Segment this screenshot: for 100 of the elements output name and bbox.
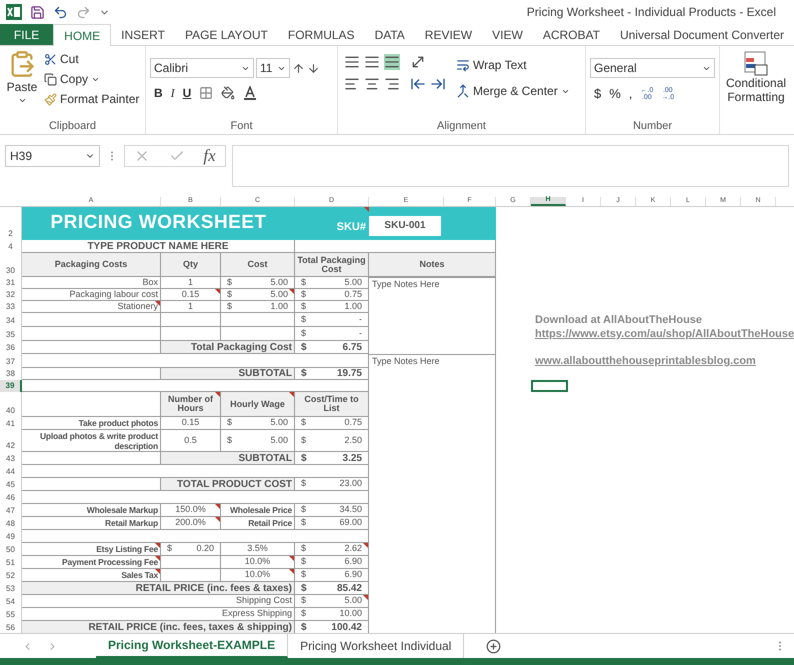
amount: 1.00 [270,301,288,312]
currency-sign: $ [167,543,172,555]
ribbon-tab[interactable]: DATA [364,24,415,45]
shrink-font-icon[interactable] [307,62,320,74]
note-text: Type Notes Here [372,355,440,368]
column-heading: Notes [418,260,446,269]
decrease-indent-icon[interactable] [410,76,426,92]
amount: 5.00 [344,277,362,288]
table-cell: 0.15 [182,289,200,300]
orientation-icon[interactable] [410,54,426,70]
number-format-button[interactable]: $ [594,84,602,104]
currency-sign: $ [301,478,306,490]
italic-button[interactable]: I [170,84,175,102]
merge-center-button[interactable]: Merge & Center [456,82,570,100]
currency-sign: $ [301,417,306,429]
group-label: Clipboard [48,119,96,134]
currency-sign: $ [301,327,306,340]
number-format-button[interactable]: % [609,84,621,104]
currency-sign: $ [301,504,306,516]
row-label: Payment Processing Fee [62,557,158,567]
group-label: Font [230,119,252,134]
ribbon-tab[interactable]: HOME [53,24,112,46]
font-color-icon[interactable] [243,86,258,100]
table-cell: 10.0% [244,556,270,568]
row-label: Stationery [117,301,158,312]
align-middle-icon[interactable] [364,54,380,70]
currency-sign: $ [301,434,306,447]
font-size-field[interactable]: 11 [256,58,290,78]
cut-button[interactable]: Cut [44,50,140,68]
underline-button[interactable]: U [182,84,192,102]
total-label: RETAIL PRICE (inc. fees, taxes & shipping) [88,621,292,633]
ribbon-tab[interactable]: INSERT [111,24,175,45]
currency-sign: $ [301,368,307,379]
total-label: RETAIL PRICE (inc. fees & taxes) [136,582,292,594]
table-cell: 150.0% [175,504,206,516]
wrap-text-button[interactable]: Wrap Text [456,56,570,74]
amount: 5.00 [270,417,288,429]
bold-button[interactable]: B [154,84,163,102]
note-text: Type Notes Here [372,278,440,289]
align-top-icon[interactable] [344,54,360,70]
table-cell: 10.0% [244,569,270,581]
amount: 1.00 [344,301,362,312]
formula-field[interactable] [232,145,789,187]
amount: 2.62 [344,543,362,555]
save-icon[interactable] [30,4,45,20]
row-label: Wholesale Price [230,505,292,515]
table-cell: 1 [188,301,193,312]
window-title: Pricing Worksheet - Individual Products - Excel [526,4,776,21]
currency-sign: $ [301,313,306,326]
align-left-icon[interactable] [344,76,360,92]
amount: 3.25 [342,452,362,464]
sheet-tab[interactable]: Pricing Worksheet-EXAMPLE [96,634,288,658]
row-number[interactable]: 39 [0,380,22,392]
ribbon-tab[interactable]: REVIEW [414,24,482,45]
currency-sign: $ [301,301,306,312]
amount: 5.00 [270,277,288,288]
insert-function-button[interactable]: fx [203,143,216,169]
table-cell: 200.0% [175,517,206,529]
increase-indent-icon[interactable] [430,76,446,92]
copy-button[interactable]: Copy [44,70,140,88]
paste-button[interactable]: Paste [4,50,40,118]
currency-sign: $ [301,621,307,633]
amount: 6.90 [344,556,362,568]
font-name-field[interactable]: Calibri [150,58,254,78]
currency-sign: $ [301,582,307,594]
ribbon-tab[interactable]: PAGE LAYOUT [174,24,278,45]
download-text: Download at AllAboutTheHouse [535,312,702,328]
number-format-button[interactable]: , [628,84,632,104]
amount: 100.42 [331,621,362,633]
column-heading: Number of Hours [167,395,214,413]
ribbon-tab[interactable]: Universal Document Converter [610,24,794,45]
borders-icon[interactable] [199,86,214,100]
currency-sign: $ [227,277,232,288]
add-sheet-icon[interactable] [486,638,502,654]
conditional-formatting-button[interactable]: Conditional Formatting [720,46,792,116]
total-label: TOTAL PRODUCT COST [177,478,292,490]
amount: 0.20 [196,543,214,555]
grow-font-icon[interactable] [292,62,305,74]
amount: 19.75 [336,368,362,379]
undo-icon[interactable] [53,4,68,20]
active-cell[interactable] [531,380,568,392]
align-center-icon[interactable] [364,76,380,92]
file-tab[interactable]: FILE [0,24,54,45]
number-format-field[interactable]: General [590,58,715,78]
ribbon-tab[interactable]: FORMULAS [278,24,365,45]
row-label: Shipping Cost [236,595,292,607]
total-label: Total Packaging Cost [191,341,292,353]
name-box[interactable]: H39 [5,145,100,167]
format-painter-button[interactable]: Format Painter [44,90,140,108]
fill-color-icon[interactable] [221,86,236,100]
align-bottom-icon[interactable] [384,54,400,70]
align-right-icon[interactable] [384,76,400,92]
sku-field[interactable]: SKU-001 [369,216,441,236]
ribbon-tab[interactable]: VIEW [482,24,533,45]
currency-sign: $ [227,301,232,312]
amount: 6.90 [344,569,362,581]
table-cell-text: 0.5 [184,434,197,447]
ribbon-tab[interactable]: ACROBAT [532,24,610,45]
currency-sign: $ [301,517,306,529]
amount: 6.75 [342,341,362,353]
